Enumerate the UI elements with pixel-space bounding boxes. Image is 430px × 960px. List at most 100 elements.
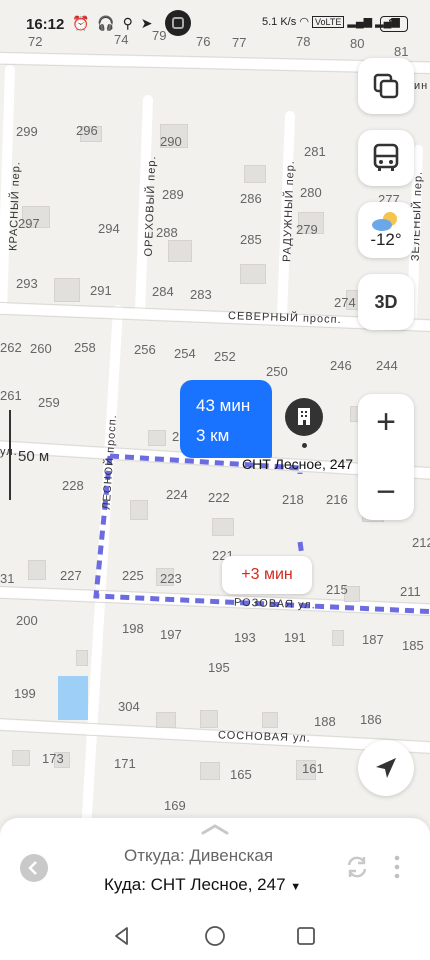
- route-time: 43 мин: [196, 396, 251, 415]
- house-number: 258: [74, 340, 96, 355]
- route-info-bubble[interactable]: 43 мин 3 км: [180, 380, 272, 458]
- swap-icon[interactable]: [344, 854, 370, 880]
- house-number: 246: [330, 358, 352, 373]
- house-number: 259: [38, 395, 60, 410]
- house-number: 284: [152, 284, 174, 299]
- building: [332, 630, 344, 646]
- house-number: 165: [230, 767, 252, 782]
- bus-icon: [373, 143, 399, 171]
- house-number: 169: [164, 798, 186, 813]
- house-number: 211: [400, 584, 421, 599]
- battery-icon: 83: [380, 16, 408, 32]
- route-distance: 3 км: [196, 426, 230, 445]
- building: [12, 750, 30, 766]
- house-number: 195: [208, 660, 230, 675]
- destination-label: СНТ Лесное, 247: [242, 456, 354, 472]
- route-to[interactable]: Куда: СНТ Лесное, 247 ▼: [104, 875, 301, 895]
- pin-dot: [302, 443, 307, 448]
- navigation-arrow-icon: [376, 758, 396, 778]
- destination-pin[interactable]: [285, 398, 323, 436]
- wifi-icon: ◠: [299, 16, 312, 28]
- house-number: 288: [156, 225, 178, 240]
- building: [54, 278, 80, 302]
- house-number: 274: [334, 295, 356, 310]
- house-number: 294: [98, 221, 120, 236]
- house-number: 197: [160, 627, 182, 642]
- status-volte: VoLTE: [311, 16, 345, 28]
- house-number: 191: [284, 630, 306, 645]
- house-number: 222: [208, 490, 230, 505]
- weather-temperature: -12°: [370, 230, 402, 249]
- house-number: 216: [326, 492, 348, 507]
- layers-button[interactable]: [358, 58, 414, 114]
- building: [200, 762, 220, 780]
- house-number: 304: [118, 699, 140, 714]
- house-number: 297: [18, 216, 40, 231]
- house-number: 285: [240, 232, 262, 247]
- back-button[interactable]: [20, 854, 48, 882]
- screen-record-icon: [165, 10, 191, 36]
- route-to-text: Куда: СНТ Лесное, 247: [104, 875, 286, 894]
- house-number: 171: [114, 756, 136, 771]
- building: [200, 710, 218, 728]
- building: [148, 430, 166, 446]
- house-number: 289: [162, 187, 184, 202]
- house-number: 296: [76, 123, 98, 138]
- house-number: 193: [234, 630, 256, 645]
- street-label-partial-top: ин: [414, 80, 429, 92]
- nav-back-icon[interactable]: [110, 924, 134, 948]
- building: [262, 712, 278, 728]
- house-number: 250: [266, 364, 288, 379]
- house-number: 198: [122, 621, 144, 636]
- status-bar: 16:12 ⏰ 🎧 ⚲ ➤ 5.1 K/s ◠ VoLTE ▂▄▆ ▂▄▆ 83: [0, 0, 430, 48]
- house-number: 283: [190, 287, 212, 302]
- scale-label: 50 м: [18, 448, 50, 465]
- house-number: 260: [30, 341, 52, 356]
- house-number: 254: [174, 346, 196, 361]
- view-3d-button[interactable]: 3D: [358, 274, 414, 330]
- status-speed: 5.1 K/s: [262, 16, 297, 28]
- building: [130, 500, 148, 520]
- building: [240, 264, 266, 284]
- house-number: 286: [240, 191, 262, 206]
- building: [168, 240, 192, 262]
- layers-icon: [373, 73, 399, 99]
- house-number: 173: [42, 751, 64, 766]
- house-number: 187: [362, 632, 384, 647]
- house-number: 161: [302, 761, 324, 776]
- nav-home-icon[interactable]: [203, 924, 227, 948]
- alt-route-bubble[interactable]: +3 мин: [222, 556, 312, 594]
- house-number: 223: [160, 571, 182, 586]
- transport-button[interactable]: [358, 130, 414, 186]
- house-number: 199: [14, 686, 36, 701]
- house-number: 224: [166, 487, 188, 502]
- street-label-partial: ул.: [0, 446, 18, 458]
- house-number: 281: [304, 144, 326, 159]
- house-number: 31: [0, 571, 15, 586]
- house-number: 262: [0, 340, 22, 355]
- my-location-button[interactable]: [358, 740, 414, 796]
- house-number: 261: [0, 388, 22, 403]
- dropdown-arrow-icon: ▼: [290, 881, 302, 893]
- zoom-controls: + −: [358, 394, 414, 520]
- weather-button[interactable]: -12°: [358, 202, 414, 258]
- route-from[interactable]: Откуда: Дивенская: [124, 846, 273, 866]
- house-number: 200: [16, 613, 38, 628]
- house-number: 290: [160, 134, 182, 149]
- house-number: 188: [314, 714, 336, 729]
- house-number: 215: [326, 582, 348, 597]
- zoom-out-button[interactable]: −: [358, 464, 414, 520]
- weather-partly-cloudy-icon: [372, 212, 397, 231]
- building: [76, 650, 88, 666]
- house-number: 227: [60, 568, 82, 583]
- nav-recents-icon[interactable]: [294, 924, 318, 948]
- house-number: 186: [360, 712, 382, 727]
- house-number: 185: [402, 638, 424, 653]
- house-number: 280: [300, 185, 322, 200]
- house-number: 218: [282, 492, 304, 507]
- more-menu-icon[interactable]: [392, 854, 402, 880]
- house-number: 256: [134, 342, 156, 357]
- zoom-in-button[interactable]: +: [358, 394, 414, 450]
- sheet-handle-icon[interactable]: [200, 822, 230, 836]
- status-notification-icons: ⏰ 🎧 ⚲ ➤: [72, 15, 155, 31]
